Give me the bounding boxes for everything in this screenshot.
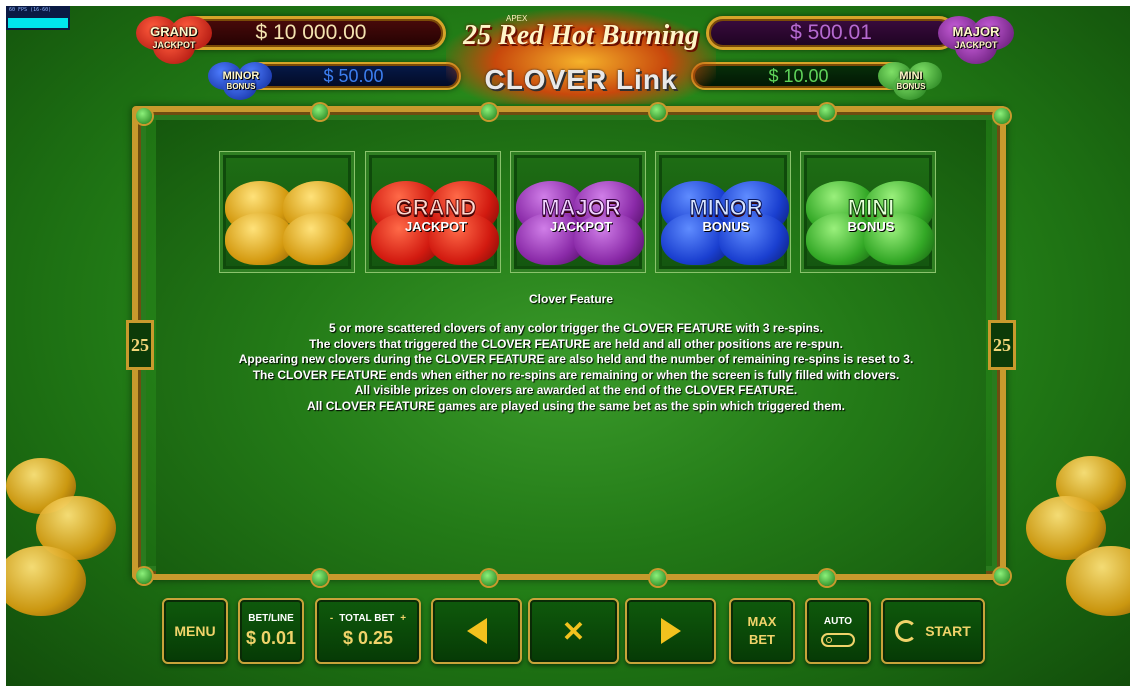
gem-decoration (819, 570, 835, 586)
gold-clover-icon (215, 167, 365, 265)
gem-decoration (312, 104, 328, 120)
close-icon: ✕ (561, 615, 586, 647)
total-bet-control[interactable]: - TOTAL BET + $ 0.25 (315, 598, 421, 664)
major-label-top: MAJOR (952, 24, 1000, 39)
grand-jackpot-amount: $ 10 000.00 (176, 16, 446, 50)
feature-description: 5 or more scattered clovers of any color… (196, 321, 956, 414)
bet-per-line-button[interactable]: BET/LINE $ 0.01 (238, 598, 304, 664)
fps-text: 60 FPS (16-60) (9, 7, 52, 13)
minor-bonus-amount: $ 50.00 (246, 62, 461, 90)
gem-decoration (136, 568, 152, 584)
grand-label-top: GRAND (150, 24, 198, 39)
close-paytable-button[interactable]: ✕ (528, 598, 619, 664)
logo-title: 25 Red Hot Burning (463, 20, 699, 51)
increase-bet-button[interactable]: + (400, 613, 406, 624)
gem-decoration (819, 104, 835, 120)
minor-bonus-clover-icon: MINOR BONUS (206, 58, 276, 100)
symbol-mini-bonus: MINI BONUS (801, 152, 935, 272)
major-jackpot-clover-icon: MAJOR JACKPOT (936, 14, 1016, 64)
symbol-name: MINI (847, 195, 895, 220)
decrease-bet-button[interactable]: - (330, 613, 333, 624)
gem-decoration (312, 570, 328, 586)
arrow-left-icon (466, 618, 487, 644)
max-bet-button[interactable]: MAX BET (729, 598, 795, 664)
autoplay-toggle[interactable] (821, 632, 855, 647)
gem-decoration (481, 104, 497, 120)
symbol-minor-bonus: MINOR BONUS (656, 152, 790, 272)
gem-decoration (136, 108, 152, 124)
fps-bar (8, 18, 68, 28)
logo-subtitle: CLOVER Link (484, 64, 678, 95)
total-bet-header: - TOTAL BET + (330, 613, 406, 624)
feature-line: Appearing new clovers during the CLOVER … (238, 352, 914, 366)
feature-line: All CLOVER FEATURE games are played usin… (307, 398, 845, 413)
mini-label-bottom: BONUS (896, 82, 926, 91)
gem-decoration (650, 104, 666, 120)
max-bet-line1: MAX (747, 614, 777, 629)
start-label: START (925, 623, 971, 639)
mini-bonus-amount: $ 10.00 (691, 62, 906, 90)
max-bet-line2: BET (749, 632, 775, 647)
symbol-grand-jackpot: GRAND JACKPOT (366, 152, 500, 272)
menu-label: MENU (174, 623, 216, 639)
symbol-name: GRAND (395, 195, 477, 220)
side-clover-decoration (6, 546, 86, 616)
symbol-sub: BONUS (847, 219, 895, 234)
grand-jackpot-clover-icon: GRAND JACKPOT (134, 14, 214, 64)
fps-overlay: 60 FPS (16-60) (6, 6, 70, 30)
gem-decoration (994, 568, 1010, 584)
start-spin-button[interactable]: START (881, 598, 985, 664)
previous-page-button[interactable] (431, 598, 522, 664)
gem-decoration (994, 108, 1010, 124)
bet-line-label: BET/LINE (248, 613, 294, 624)
autoplay-button[interactable]: AUTO (805, 598, 871, 664)
symbol-name: MINOR (689, 195, 763, 220)
bet-line-value: $ 0.01 (245, 628, 297, 648)
feature-line: 5 or more scattered clovers of any color… (329, 321, 823, 335)
paylines-badge-left: 25 (126, 320, 154, 370)
gem-decoration (650, 570, 666, 586)
gem-decoration (481, 570, 497, 586)
major-jackpot-amount: $ 500.01 (706, 16, 956, 50)
symbol-sub: JACKPOT (549, 219, 613, 234)
feature-line: The clovers that triggered the CLOVER FE… (309, 336, 843, 351)
total-bet-label: TOTAL BET (339, 613, 395, 624)
auto-label: AUTO (823, 615, 853, 627)
feature-title: Clover Feature (528, 292, 614, 306)
symbol-major-jackpot: MAJOR JACKPOT (511, 152, 645, 272)
major-label-bottom: JACKPOT (954, 40, 998, 50)
mini-bonus-clover-icon: MINI BONUS (876, 58, 946, 100)
feature-line: All visible prizes on clovers are awarde… (354, 383, 798, 397)
symbol-sub: BONUS (702, 219, 750, 234)
feature-line: The CLOVER FEATURE ends when either no r… (252, 367, 900, 382)
symbol-sub: JACKPOT (404, 219, 468, 234)
menu-button[interactable]: MENU (162, 598, 228, 664)
game-logo: APEX 25 Red Hot Burning CLOVER Link (446, 10, 716, 104)
symbol-gold-clover (220, 152, 354, 272)
minor-label-bottom: BONUS (226, 82, 256, 91)
symbol-name: MAJOR (541, 195, 621, 220)
arrow-right-icon (660, 618, 681, 644)
total-bet-value: $ 0.25 (342, 628, 394, 648)
next-page-button[interactable] (625, 598, 716, 664)
paylines-badge-right: 25 (988, 320, 1016, 370)
refresh-icon (895, 620, 918, 642)
grand-label-bottom: JACKPOT (152, 40, 196, 50)
